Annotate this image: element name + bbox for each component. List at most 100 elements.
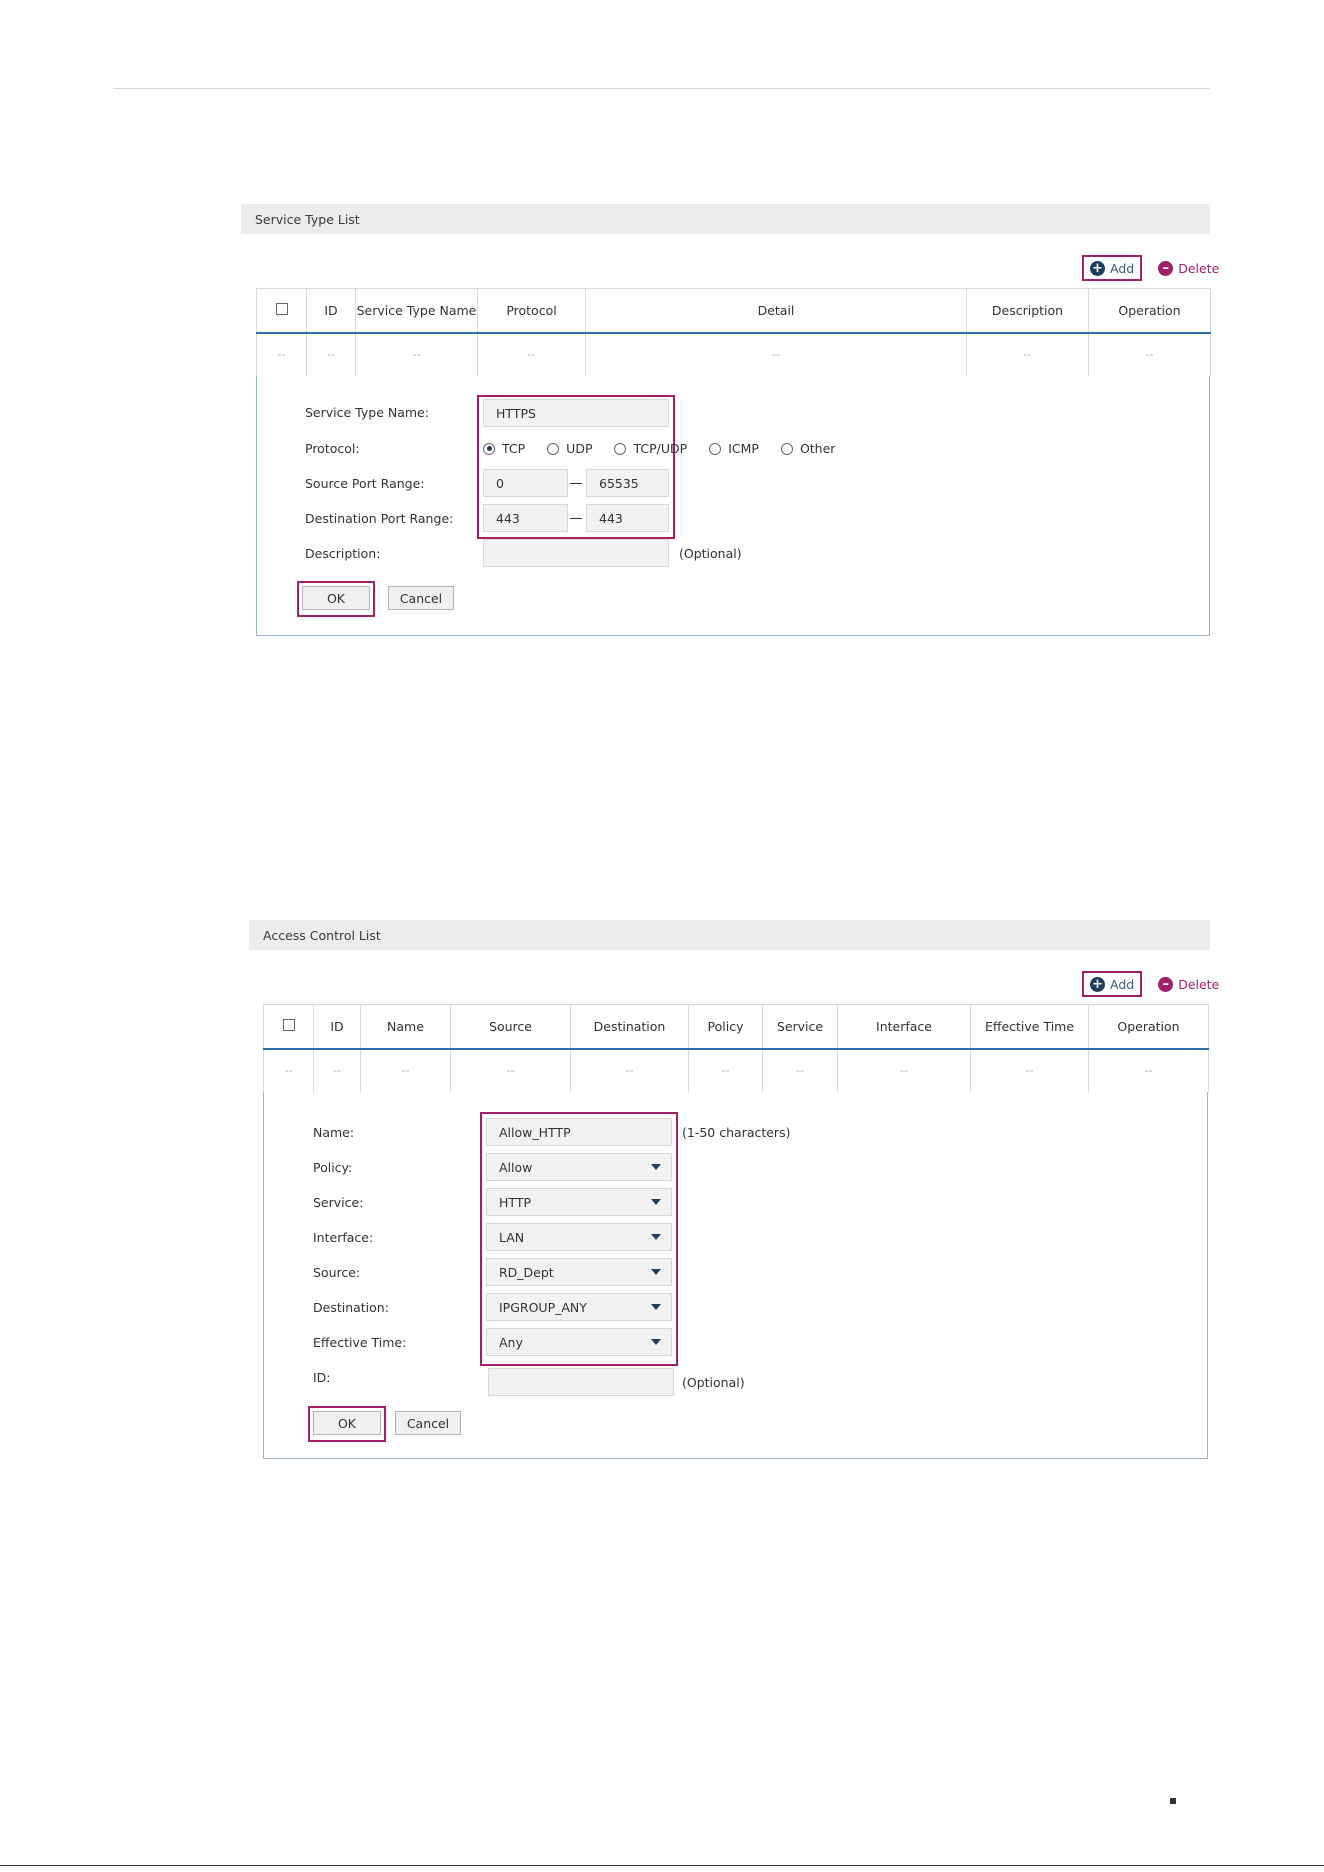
column-header: Detail bbox=[585, 288, 967, 334]
service-add-button[interactable]: + Add bbox=[1082, 255, 1143, 281]
service-type-list-header: Service Type List bbox=[241, 204, 1210, 234]
source-port-range-label: Source Port Range: bbox=[305, 476, 425, 491]
policy-label: Policy: bbox=[313, 1160, 353, 1175]
description-input[interactable] bbox=[483, 539, 669, 567]
table-row: -- -- -- -- -- -- -- bbox=[256, 332, 1211, 377]
protocol-option-label: TCP bbox=[502, 441, 526, 456]
page-marker bbox=[1170, 1798, 1176, 1804]
table-cell: -- bbox=[1088, 1048, 1209, 1093]
access-control-table: ID Name Source Destination Policy Servic… bbox=[263, 1004, 1209, 1093]
acl-name-input[interactable]: Allow_HTTP bbox=[486, 1118, 672, 1146]
source-port-from-input[interactable]: 0 bbox=[483, 469, 568, 497]
acl-add-button[interactable]: + Add bbox=[1082, 971, 1143, 997]
table-cell: -- bbox=[477, 332, 586, 377]
table-cell: -- bbox=[450, 1048, 571, 1093]
interface-select[interactable]: LAN bbox=[486, 1223, 672, 1251]
caret-down-icon bbox=[651, 1199, 661, 1205]
protocol-radio-group: TCP UDP TCP/UDP ICMP Other bbox=[483, 441, 857, 456]
service-toolbar: + Add – Delete bbox=[1082, 254, 1225, 282]
service-select[interactable]: HTTP bbox=[486, 1188, 672, 1216]
service-ok-button[interactable]: OK bbox=[302, 586, 370, 610]
radio-checked-icon bbox=[483, 442, 495, 455]
protocol-option-other[interactable]: Other bbox=[780, 441, 835, 456]
acl-ok-button[interactable]: OK bbox=[313, 1411, 381, 1435]
id-input[interactable] bbox=[488, 1368, 674, 1396]
protocol-option-label: ICMP bbox=[728, 441, 759, 456]
protocol-option-tcp-udp[interactable]: TCP/UDP bbox=[614, 441, 687, 456]
service-type-name-input[interactable]: HTTPS bbox=[483, 399, 669, 427]
effective-time-select-value: Any bbox=[499, 1334, 523, 1350]
acl-name-hint: (1-50 characters) bbox=[682, 1125, 791, 1140]
range-dash bbox=[570, 518, 582, 519]
table-cell: -- bbox=[585, 332, 967, 377]
protocol-option-udp[interactable]: UDP bbox=[547, 441, 592, 456]
caret-down-icon bbox=[651, 1269, 661, 1275]
table-cell: -- bbox=[966, 332, 1089, 377]
acl-delete-label: Delete bbox=[1178, 976, 1220, 992]
column-header: Effective Time bbox=[970, 1004, 1089, 1050]
table-cell: -- bbox=[762, 1048, 838, 1093]
select-all-checkbox[interactable] bbox=[282, 1018, 295, 1031]
protocol-option-tcp[interactable]: TCP bbox=[483, 441, 525, 456]
source-label: Source: bbox=[313, 1265, 361, 1280]
table-cell: -- bbox=[256, 332, 307, 377]
caret-down-icon bbox=[651, 1339, 661, 1345]
service-type-name-label: Service Type Name: bbox=[305, 405, 429, 420]
service-add-label: Add bbox=[1110, 260, 1135, 276]
service-select-value: HTTP bbox=[499, 1194, 531, 1210]
table-cell: -- bbox=[360, 1048, 451, 1093]
destination-select-value: IPGROUP_ANY bbox=[499, 1299, 587, 1315]
column-header: Description bbox=[966, 288, 1089, 334]
protocol-option-label: TCP/UDP bbox=[633, 441, 688, 456]
bottom-divider bbox=[0, 1865, 1324, 1866]
destination-select[interactable]: IPGROUP_ANY bbox=[486, 1293, 672, 1321]
table-cell: -- bbox=[355, 332, 478, 377]
acl-delete-button[interactable]: – Delete bbox=[1152, 971, 1225, 997]
protocol-option-label: UDP bbox=[566, 441, 593, 456]
source-port-to-input[interactable]: 65535 bbox=[586, 469, 669, 497]
destination-port-from-input[interactable]: 443 bbox=[483, 504, 568, 532]
column-header: Protocol bbox=[477, 288, 586, 334]
caret-down-icon bbox=[651, 1234, 661, 1240]
service-table-header-row: ID Service Type Name Protocol Detail Des… bbox=[256, 288, 1211, 334]
acl-table-header-row: ID Name Source Destination Policy Servic… bbox=[263, 1004, 1209, 1050]
service-label: Service: bbox=[313, 1195, 364, 1210]
source-select[interactable]: RD_Dept bbox=[486, 1258, 672, 1286]
protocol-option-icmp[interactable]: ICMP bbox=[709, 441, 759, 456]
protocol-label: Protocol: bbox=[305, 441, 360, 456]
service-delete-button[interactable]: – Delete bbox=[1152, 255, 1225, 281]
interface-label: Interface: bbox=[313, 1230, 374, 1245]
caret-down-icon bbox=[651, 1304, 661, 1310]
effective-time-label: Effective Time: bbox=[313, 1335, 407, 1350]
table-cell: -- bbox=[970, 1048, 1089, 1093]
destination-port-to-input[interactable]: 443 bbox=[586, 504, 669, 532]
column-header: Service Type Name bbox=[355, 288, 478, 334]
minus-circle-icon: – bbox=[1158, 260, 1174, 276]
column-header: ID bbox=[306, 288, 356, 334]
table-row: -- -- -- -- -- -- -- -- -- -- bbox=[263, 1048, 1209, 1093]
effective-time-select[interactable]: Any bbox=[486, 1328, 672, 1356]
acl-select-all-cell[interactable] bbox=[263, 1004, 314, 1050]
plus-circle-icon: + bbox=[1090, 260, 1105, 276]
select-all-checkbox[interactable] bbox=[275, 302, 288, 315]
radio-icon bbox=[547, 442, 560, 455]
radio-icon bbox=[614, 442, 627, 455]
service-cancel-button[interactable]: Cancel bbox=[388, 586, 454, 610]
table-cell: -- bbox=[1088, 332, 1211, 377]
table-cell: -- bbox=[313, 1048, 361, 1093]
caret-down-icon bbox=[651, 1164, 661, 1170]
column-header: Policy bbox=[688, 1004, 763, 1050]
service-type-list-title: Service Type List bbox=[255, 211, 360, 227]
acl-cancel-button[interactable]: Cancel bbox=[395, 1411, 461, 1435]
service-select-all-cell[interactable] bbox=[256, 288, 307, 334]
column-header: Operation bbox=[1088, 1004, 1209, 1050]
plus-circle-icon: + bbox=[1090, 976, 1105, 992]
policy-select[interactable]: Allow bbox=[486, 1153, 672, 1181]
radio-icon bbox=[709, 442, 722, 455]
acl-add-label: Add bbox=[1110, 976, 1135, 992]
service-delete-label: Delete bbox=[1178, 260, 1220, 276]
id-label: ID: bbox=[313, 1370, 331, 1385]
destination-label: Destination: bbox=[313, 1300, 389, 1315]
access-control-list-title: Access Control List bbox=[263, 927, 381, 943]
radio-icon bbox=[780, 442, 793, 455]
